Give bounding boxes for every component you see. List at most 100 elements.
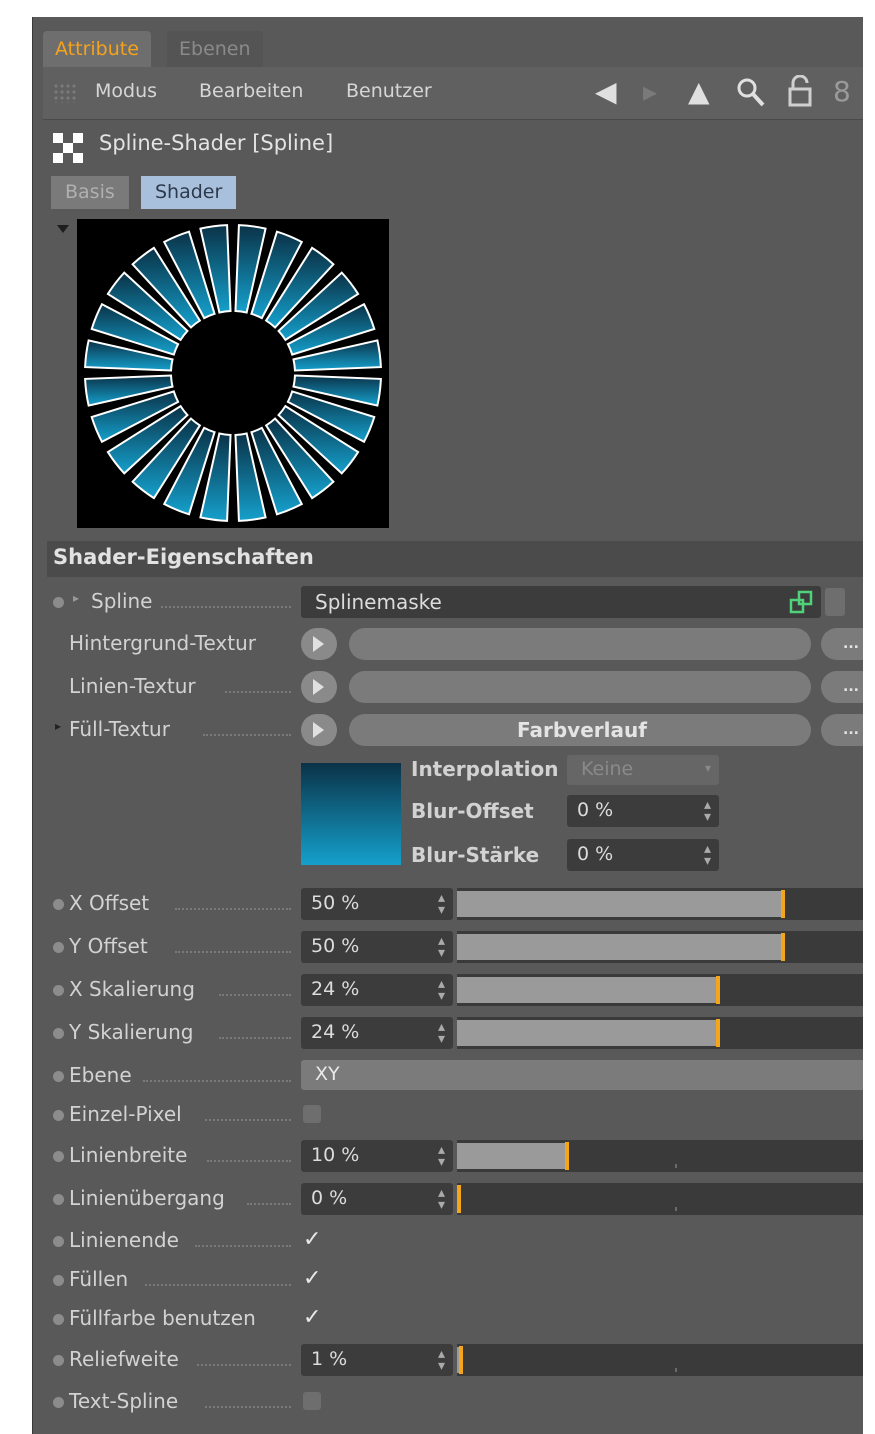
linien-more-button[interactable]: ... xyxy=(821,671,863,703)
einzel-pixel-checkbox[interactable] xyxy=(303,1105,321,1123)
animate-dot[interactable] xyxy=(53,942,64,953)
spline-label: Spline xyxy=(91,589,153,613)
x-skalierung-slider[interactable] xyxy=(457,974,863,1006)
attribute-manager-panel: Attribute Ebenen Modus Bearbeiten Benutz… xyxy=(32,17,863,1434)
linienuebergang-label: Linienübergang xyxy=(69,1186,225,1210)
hintergrund-play-button[interactable] xyxy=(301,628,337,660)
y-offset-slider[interactable] xyxy=(457,931,863,963)
hintergrund-more-button[interactable]: ... xyxy=(821,628,863,660)
fuellen-label: Füllen xyxy=(69,1267,129,1291)
x-offset-label: X Offset xyxy=(69,891,150,915)
subtab-basis[interactable]: Basis xyxy=(51,176,129,209)
arrow-up-icon[interactable]: ▲ xyxy=(688,75,710,109)
param-reliefweite: Reliefweite 1 % ▴ ▾ xyxy=(33,1342,863,1380)
section-header[interactable]: Shader-Eigenschaften xyxy=(47,541,863,577)
fuell-texture-name: Farbverlauf xyxy=(517,718,647,742)
more-icon[interactable]: 8 xyxy=(833,75,851,109)
linienuebergang-slider[interactable] xyxy=(457,1183,863,1215)
animate-dot[interactable] xyxy=(53,985,64,996)
subtab-shader[interactable]: Shader xyxy=(141,176,237,209)
expand-arrow-icon[interactable]: ▸ xyxy=(55,719,61,733)
x-skalierung-field[interactable]: 24 % ▴ ▾ xyxy=(301,974,453,1006)
animate-dot[interactable] xyxy=(53,1355,64,1366)
y-skalierung-slider[interactable] xyxy=(457,1017,863,1049)
menu-modus[interactable]: Modus xyxy=(95,80,157,102)
preview-collapse-icon[interactable] xyxy=(57,225,69,233)
param-hintergrund-textur: Hintergrund-Textur ... xyxy=(33,626,863,664)
grip-icon[interactable] xyxy=(53,83,77,103)
fuell-texture-field[interactable]: Farbverlauf xyxy=(349,714,811,746)
reliefweite-field[interactable]: 1 % ▴ ▾ xyxy=(301,1344,453,1376)
linienuebergang-field[interactable]: 0 % ▴ ▾ xyxy=(301,1183,453,1215)
arrow-right-icon[interactable]: ▸ xyxy=(643,75,657,109)
spinner-icon: ▴ ▾ xyxy=(437,1185,445,1213)
spinner-icon: ▴ ▾ xyxy=(703,797,711,825)
spline-link-field[interactable]: Splinemaske xyxy=(301,586,821,618)
tab-attribute[interactable]: Attribute xyxy=(43,31,151,67)
linien-play-button[interactable] xyxy=(301,671,337,703)
param-y-skalierung: Y Skalierung 24 % ▴ ▾ xyxy=(33,1015,863,1053)
lock-icon[interactable] xyxy=(787,74,813,117)
text-spline-label: Text-Spline xyxy=(69,1389,179,1413)
x-skalierung-label: X Skalierung xyxy=(69,977,195,1001)
spline-menu-button[interactable] xyxy=(825,588,845,616)
arrow-left-icon[interactable]: ◀ xyxy=(595,75,617,109)
y-skalierung-field[interactable]: 24 % ▴ ▾ xyxy=(301,1017,453,1049)
param-x-offset: X Offset 50 % ▴ ▾ xyxy=(33,886,863,924)
animate-dot[interactable] xyxy=(53,1028,64,1039)
y-offset-field[interactable]: 50 % ▴ ▾ xyxy=(301,931,453,963)
menu-bar: Modus Bearbeiten Benutzer ◀ ▸ ▲ 8 xyxy=(43,67,863,120)
animate-dot[interactable] xyxy=(53,899,64,910)
spinner-icon: ▴ ▾ xyxy=(437,1142,445,1170)
param-ebene: Ebene XY xyxy=(33,1058,863,1096)
animate-dot[interactable] xyxy=(53,1314,64,1325)
animate-dot[interactable] xyxy=(53,597,64,608)
chevron-down-icon: ▾ xyxy=(704,761,711,775)
linien-texture-field[interactable] xyxy=(349,671,811,703)
animate-dot[interactable] xyxy=(53,1397,64,1408)
animate-dot[interactable] xyxy=(53,1151,64,1162)
link-icon[interactable] xyxy=(789,590,815,614)
y-offset-label: Y Offset xyxy=(69,934,148,958)
ebene-dropdown[interactable]: XY xyxy=(301,1060,863,1090)
tab-ebenen[interactable]: Ebenen xyxy=(167,31,263,67)
fuell-more-button[interactable]: ... xyxy=(821,714,863,746)
expand-arrow-icon[interactable]: ▸ xyxy=(73,591,79,605)
fuellfarbe-checkbox[interactable]: ✓ xyxy=(303,1307,323,1329)
interpolation-label: Interpolation xyxy=(411,757,559,781)
y-skalierung-label: Y Skalierung xyxy=(69,1020,194,1044)
param-linienuebergang: Linienübergang 0 % ▴ ▾ xyxy=(33,1181,863,1219)
hintergrund-texture-field[interactable] xyxy=(349,628,811,660)
fuellfarbe-label: Füllfarbe benutzen xyxy=(69,1306,256,1330)
interpolation-dropdown[interactable]: Keine ▾ xyxy=(567,755,719,785)
search-icon[interactable] xyxy=(735,75,767,117)
spline-wheel-preview xyxy=(84,224,382,522)
animate-dot[interactable] xyxy=(53,1110,64,1121)
fuell-play-button[interactable] xyxy=(301,714,337,746)
reliefweite-slider[interactable] xyxy=(457,1344,863,1376)
menu-benutzer[interactable]: Benutzer xyxy=(346,80,432,102)
animate-dot[interactable] xyxy=(53,1275,64,1286)
param-text-spline: Text-Spline xyxy=(33,1384,863,1422)
reliefweite-label: Reliefweite xyxy=(69,1347,179,1371)
linienende-checkbox[interactable]: ✓ xyxy=(303,1229,323,1251)
shader-preview xyxy=(77,219,389,528)
linien-label: Linien-Textur xyxy=(69,674,196,698)
animate-dot[interactable] xyxy=(53,1194,64,1205)
param-linienende: Linienende ✓ xyxy=(33,1223,863,1261)
animate-dot[interactable] xyxy=(53,1236,64,1247)
animate-dot[interactable] xyxy=(53,1071,64,1082)
blur-staerke-field[interactable]: 0 % ▴ ▾ xyxy=(567,839,719,871)
param-spline: ▸ Spline Splinemaske xyxy=(33,584,863,622)
linienbreite-slider[interactable] xyxy=(457,1140,863,1172)
fuellen-checkbox[interactable]: ✓ xyxy=(303,1268,323,1290)
blur-offset-field[interactable]: 0 % ▴ ▾ xyxy=(567,795,719,827)
x-offset-slider[interactable] xyxy=(457,888,863,920)
gradient-preview[interactable] xyxy=(301,763,401,865)
x-offset-field[interactable]: 50 % ▴ ▾ xyxy=(301,888,453,920)
param-fuell-textur: ▸ Füll-Textur Farbverlauf ... xyxy=(33,712,863,750)
menu-bearbeiten[interactable]: Bearbeiten xyxy=(199,80,303,102)
text-spline-checkbox[interactable] xyxy=(303,1392,321,1410)
linienbreite-field[interactable]: 10 % ▴ ▾ xyxy=(301,1140,453,1172)
spinner-icon: ▴ ▾ xyxy=(437,1346,445,1374)
